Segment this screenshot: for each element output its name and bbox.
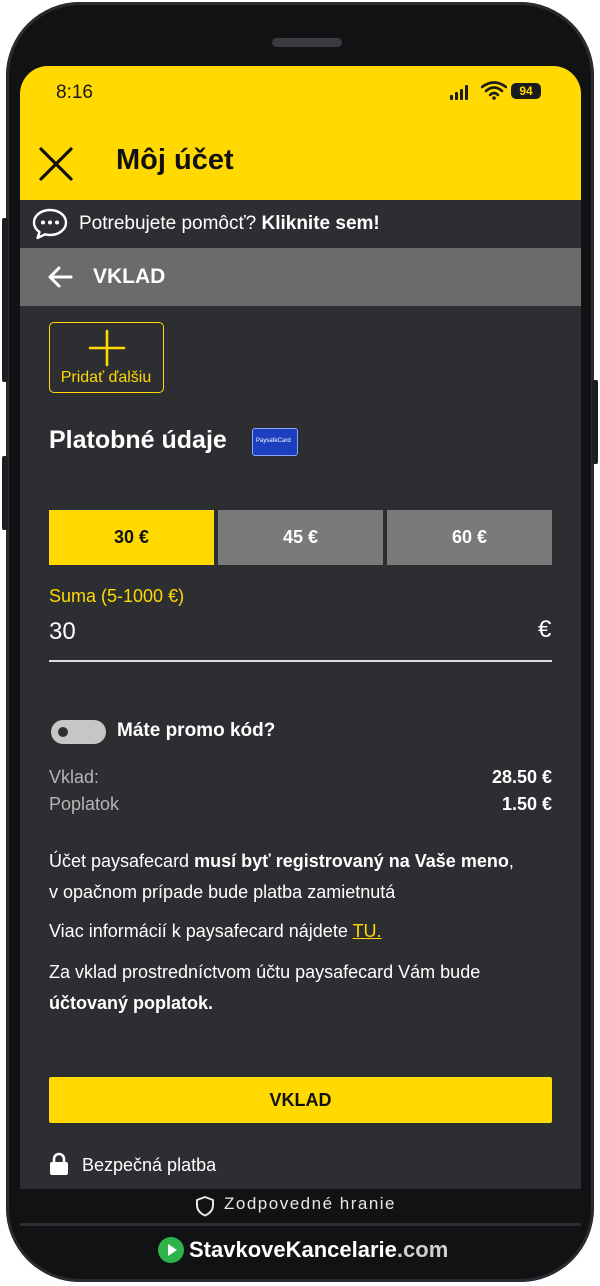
responsible-gaming-link[interactable]: Zodpovedné hranie: [224, 1194, 396, 1214]
sum-label: Suma (5-1000 €): [49, 586, 185, 606]
info-p1-a: Účet paysafecard: [49, 851, 195, 871]
fee-label: Poplatok: [49, 794, 120, 814]
info-p1-d: v opačnom prípade bude platba zamietnutá: [49, 882, 396, 902]
info-p1-b: musí byť registrovaný na Vaše meno: [194, 851, 509, 871]
shield-icon: [196, 1196, 214, 1217]
info-fee: Za vklad prostredníctvom účtu paysafecar…: [49, 957, 559, 1019]
plus-icon: [88, 329, 126, 367]
signal-icon: [450, 84, 468, 100]
section-header: VKLAD: [20, 248, 581, 306]
help-bar[interactable]: Potrebujete pomôcť? Kliknite sem!: [20, 200, 581, 248]
speaker-grille: [272, 38, 342, 47]
side-button-left-2: [2, 456, 8, 530]
add-card-button[interactable]: Pridať ďalšiu: [49, 322, 164, 393]
amount-option-60[interactable]: 60 €: [387, 510, 552, 565]
sum-currency: €: [538, 616, 552, 643]
payment-details-title: Platobné údaje: [49, 426, 227, 454]
footer-bar[interactable]: Zodpovedné hranie: [20, 1189, 581, 1223]
lock-icon: [50, 1152, 68, 1175]
toggle-knob: [58, 727, 68, 737]
side-button-right: [592, 380, 598, 464]
chat-bubble-icon: [32, 208, 68, 240]
add-card-label: Pridať ďalšiu: [60, 369, 152, 386]
info-registration: Účet paysafecard musí byť registrovaný n…: [49, 846, 559, 908]
info-p2-a: Viac informácií k paysafecard nájdete: [49, 921, 353, 941]
fee-value: 1.50 €: [501, 794, 552, 814]
paysafecard-logo-text: PaysafeCard: [256, 438, 291, 444]
close-icon[interactable]: [38, 146, 74, 182]
page-title: Môj účet: [116, 144, 234, 176]
side-button-left-1: [2, 218, 8, 382]
brand-part-2: .com: [396, 1237, 449, 1262]
wifi-icon: [481, 81, 507, 100]
secure-payment-label: Bezpečná platba: [82, 1155, 217, 1175]
sum-underline: [49, 660, 552, 662]
promo-label: Máte promo kód?: [117, 720, 276, 741]
promo-toggle[interactable]: [51, 720, 106, 744]
battery-indicator: 94: [511, 83, 541, 99]
paysafecard-logo: PaysafeCard: [252, 428, 298, 456]
amount-option-30[interactable]: 30 €: [49, 510, 214, 565]
help-text: Potrebujete pomôcť? Kliknite sem!: [79, 213, 380, 235]
amount-option-45[interactable]: 45 €: [218, 510, 383, 565]
help-link[interactable]: Kliknite sem!: [261, 213, 379, 234]
deposit-value: 28.50 €: [491, 767, 552, 787]
info-p3-b: účtovaný poplatok.: [49, 993, 214, 1013]
section-title: VKLAD: [93, 265, 166, 288]
info-p1-c: ,: [508, 851, 514, 871]
deposit-button[interactable]: VKLAD: [49, 1077, 552, 1123]
app-screen: 8:16 94 Môj účet Potrebujete pomôcť? Kli…: [20, 66, 581, 1226]
sum-input[interactable]: 30: [49, 618, 76, 646]
app-header: 8:16 94 Môj účet: [20, 66, 581, 200]
deposit-label: Vklad:: [49, 767, 100, 787]
brand-part-1: StavkoveKancelarie: [189, 1237, 397, 1262]
help-question: Potrebujete pomôcť?: [79, 213, 257, 234]
info-more: Viac informácií k paysafecard nájdete TU…: [49, 916, 559, 947]
info-p3-a: Za vklad prostredníctvom účtu paysafecar…: [49, 962, 481, 982]
brand-name: StavkoveKancelarie.com: [189, 1237, 448, 1263]
back-arrow-icon[interactable]: [47, 265, 73, 289]
info-link-tu[interactable]: TU.: [353, 921, 382, 941]
status-time: 8:16: [56, 82, 93, 103]
play-icon: [158, 1237, 184, 1263]
